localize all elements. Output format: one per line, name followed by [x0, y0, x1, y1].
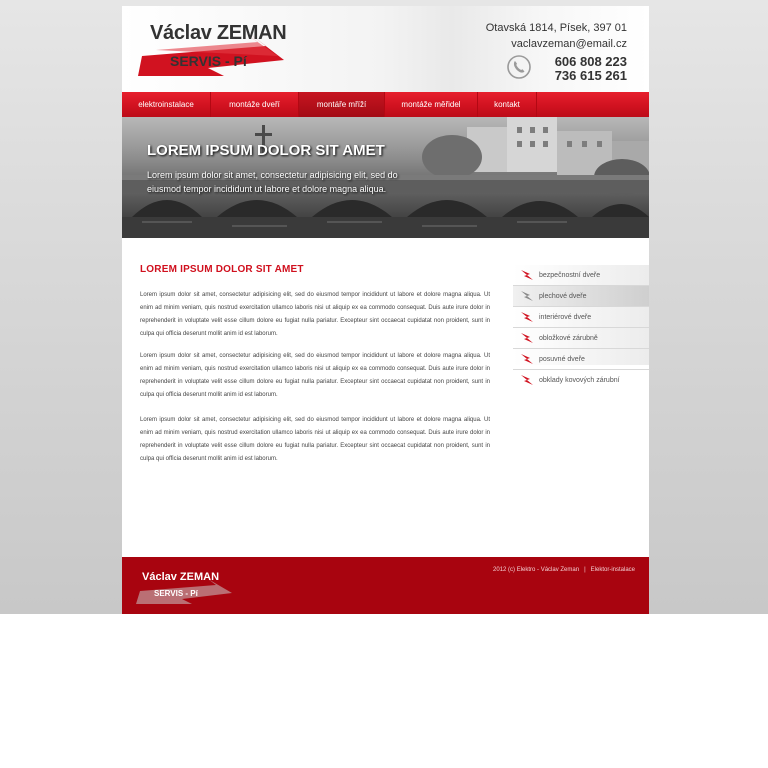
sidebar-item-interierove-dvere[interactable]: interiérové dveře — [513, 307, 649, 328]
copyright-text: 2012 (c) Elektro - Václav Zeman — [493, 567, 580, 573]
banner-text: Lorem ipsum dolor sit amet, consectetur … — [147, 170, 398, 194]
page-container: Václav ZEMAN SERVIS - Pí Otavská 1814, P… — [122, 6, 649, 614]
footer-logo-subtitle: SERVIS - Pí — [154, 589, 198, 598]
phone-block: 606 808 223 736 615 261 — [507, 54, 627, 86]
content-paragraph: Lorem ipsum dolor sit amet, consectetur … — [140, 353, 490, 398]
lightning-bolt-icon — [521, 312, 533, 322]
sidebar-item-label: interiérové dveře — [539, 314, 592, 321]
logo-subtitle: SERVIS - Pí — [170, 53, 247, 69]
sidebar-item-label: obklady kovových zárubní — [539, 377, 620, 384]
nav-item-elektroinstalace[interactable]: elektroinstalace — [122, 92, 211, 117]
sidebar-item-label: bezpečnostní dveře — [539, 272, 601, 279]
sidebar: bezpečnostní dveře plechové dveře interi… — [513, 265, 649, 385]
footer-links: 2012 (c) Elektro - Václav Zeman | Elektor-… — [493, 567, 635, 573]
lightning-bolt-icon — [521, 270, 533, 280]
sidebar-item-label: plechové dveře — [539, 293, 587, 300]
footer-logo[interactable]: Václav ZEMAN SERVIS - Pí — [136, 571, 246, 605]
footer-link-elektroinstalace[interactable]: Elektor-instalace — [591, 567, 635, 573]
content-paragraph: Lorem ipsum dolor sit amet, consectetur … — [140, 417, 490, 462]
banner-title: LOREM IPSUM DOLOR SIT AMET — [147, 142, 385, 159]
logo[interactable]: Václav ZEMAN SERVIS - Pí — [138, 16, 288, 80]
phone-number: 736 615 261 — [554, 68, 627, 83]
sidebar-item-obklady-kovovych-zarubni[interactable]: obklady kovových zárubní — [513, 370, 649, 391]
phone-icon — [507, 55, 531, 79]
address: Otavská 1814, Písek, 397 01 — [485, 22, 627, 34]
sidebar-item-label: obložkové zárubně — [539, 335, 598, 342]
sidebar-item-plechove-dvere[interactable]: plechové dveře — [513, 286, 649, 307]
nav-item-montaze-mrizi[interactable]: montáře mříží — [299, 92, 385, 117]
sidebar-item-bezpecnostni-dvere[interactable]: bezpečnostní dveře — [513, 265, 649, 286]
phone-number: 606 808 223 — [554, 54, 627, 69]
nav-item-kontakt[interactable]: kontakt — [478, 92, 537, 117]
main-nav: elektroinstalace montáže dveří montáře m… — [122, 92, 649, 117]
footer: Václav ZEMAN SERVIS - Pí 2012 (c) Elektr… — [122, 557, 649, 614]
footer-logo-name: Václav ZEMAN — [142, 571, 220, 583]
lightning-bolt-icon — [521, 333, 533, 343]
content-title: LOREM IPSUM DOLOR SIT AMET — [140, 264, 304, 275]
logo-name: Václav ZEMAN — [150, 22, 287, 44]
sidebar-item-oblozkove-zarubne[interactable]: obložkové zárubně — [513, 328, 649, 349]
lightning-bolt-icon — [521, 375, 533, 385]
content-paragraph: Lorem ipsum dolor sit amet, consectetur … — [140, 292, 490, 337]
hero-banner: LOREM IPSUM DOLOR SIT AMET Lorem ipsum d… — [122, 117, 649, 238]
main-content: LOREM IPSUM DOLOR SIT AMET Lorem ipsum d… — [140, 264, 490, 462]
sidebar-item-label: posuvné dveře — [539, 356, 585, 363]
nav-item-montaze-dveri[interactable]: montáže dveří — [211, 92, 299, 117]
email-link[interactable]: vaclavzeman@email.cz — [486, 38, 627, 50]
header: Václav ZEMAN SERVIS - Pí Otavská 1814, P… — [122, 6, 649, 92]
contact-info: Otavská 1814, Písek, 397 01 vaclavzeman@… — [486, 22, 627, 50]
lightning-bolt-icon — [521, 354, 533, 364]
footer-separator: | — [584, 567, 586, 573]
nav-item-montaze-meridel[interactable]: montáže měřidel — [385, 92, 478, 117]
sidebar-item-posuvne-dvere[interactable]: posuvné dveře — [513, 349, 649, 370]
lightning-bolt-icon — [521, 291, 533, 301]
